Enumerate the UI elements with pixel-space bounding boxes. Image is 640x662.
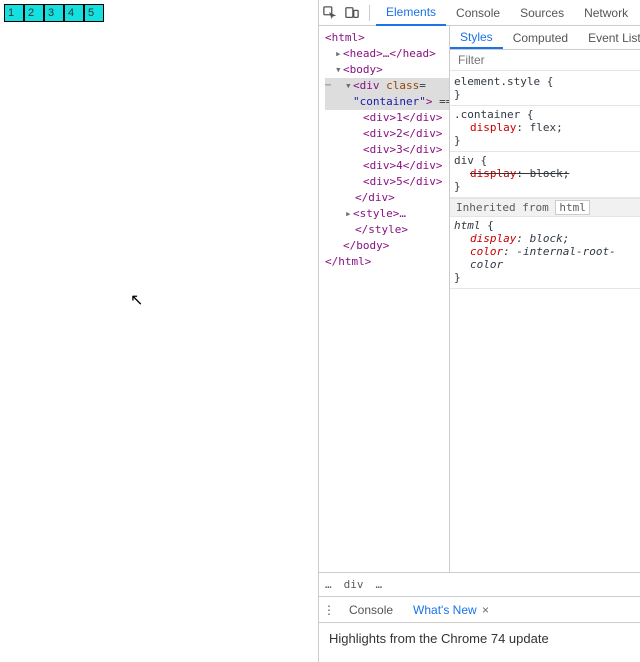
flex-item: 3	[44, 4, 64, 22]
breadcrumb[interactable]: … div …	[319, 572, 640, 596]
styles-panel: Styles Computed Event Listen element.sty…	[449, 26, 640, 572]
subtab-styles[interactable]: Styles	[450, 26, 503, 49]
dom-node-child[interactable]: <div>5</div>	[325, 174, 449, 190]
flex-item: 1	[4, 4, 24, 22]
flex-container: 1 2 3 4 5	[0, 0, 318, 26]
separator	[369, 5, 370, 21]
breadcrumb-ellipsis[interactable]: …	[325, 578, 332, 591]
dom-node-html-close[interactable]: </html>	[325, 254, 449, 270]
drawer-tab-whats-new[interactable]: What's New ×	[403, 597, 499, 623]
subtab-computed[interactable]: Computed	[503, 26, 578, 49]
dom-node-container-line2[interactable]: "container"> == $	[325, 94, 449, 110]
inherited-from-bar: Inherited from html	[450, 198, 640, 217]
devtools-body: <html> ▸<head>…</head> ▾<body> ⋯ ▾<div c…	[319, 26, 640, 572]
device-toolbar-button[interactable]	[341, 2, 363, 24]
dom-node-child[interactable]: <div>4</div>	[325, 158, 449, 174]
style-rules: element.style { } .container { display: …	[450, 71, 640, 291]
styles-filter-row	[450, 50, 640, 71]
drawer-more-button[interactable]: ⋮	[319, 603, 339, 617]
whats-new-headline: Highlights from the Chrome 74 update	[329, 631, 549, 646]
drawer-content: Highlights from the Chrome 74 update	[319, 623, 640, 662]
tab-sources[interactable]: Sources	[510, 0, 574, 26]
devtools-toolbar: Elements Console Sources Network	[319, 0, 640, 26]
styles-subtabs: Styles Computed Event Listen	[450, 26, 640, 50]
breadcrumb-ellipsis[interactable]: …	[376, 578, 383, 591]
devtools-drawer: ⋮ Console What's New × Highlights from t…	[319, 596, 640, 662]
inspect-element-button[interactable]	[319, 2, 341, 24]
dom-node-style-close[interactable]: </style>	[325, 222, 449, 238]
rule-element-style[interactable]: element.style { }	[450, 73, 640, 106]
devtools-panel: Elements Console Sources Network <html> …	[318, 0, 640, 662]
drawer-tab-console[interactable]: Console	[339, 597, 403, 623]
breadcrumb-item[interactable]: div	[344, 578, 364, 591]
tab-console[interactable]: Console	[446, 0, 510, 26]
dom-node-style-open[interactable]: ▸<style>…	[325, 206, 449, 222]
cursor-icon: ↖	[130, 290, 143, 310]
dom-tree[interactable]: <html> ▸<head>…</head> ▾<body> ⋯ ▾<div c…	[319, 26, 449, 274]
drawer-tabs: ⋮ Console What's New ×	[319, 597, 640, 623]
page-viewport: 1 2 3 4 5 ↖	[0, 0, 318, 662]
close-icon[interactable]: ×	[480, 603, 489, 617]
tab-network[interactable]: Network	[574, 0, 638, 26]
rule-container[interactable]: .container { display: flex; }	[450, 106, 640, 152]
subtab-event-listeners[interactable]: Event Listen	[578, 26, 640, 49]
dom-node-child[interactable]: <div>1</div>	[325, 110, 449, 126]
rule-div[interactable]: div { display: block; }	[450, 152, 640, 198]
dom-node-child[interactable]: <div>3</div>	[325, 142, 449, 158]
elements-tree-panel: <html> ▸<head>…</head> ▾<body> ⋯ ▾<div c…	[319, 26, 449, 572]
tab-elements[interactable]: Elements	[376, 0, 446, 26]
dom-node-body-open[interactable]: ▾<body>	[325, 62, 449, 78]
dom-node-child[interactable]: <div>2</div>	[325, 126, 449, 142]
dom-node-html-open[interactable]: <html>	[325, 30, 449, 46]
selected-node-gutter-icon: ⋯	[325, 78, 331, 94]
flex-item: 5	[84, 4, 104, 22]
dom-node-container[interactable]: ⋯ ▾<div class=	[325, 78, 449, 94]
dom-node-container-close[interactable]: </div>	[325, 190, 449, 206]
dom-node-body-close[interactable]: </body>	[325, 238, 449, 254]
flex-item: 4	[64, 4, 84, 22]
styles-filter-input[interactable]	[456, 52, 634, 68]
dom-node-head[interactable]: ▸<head>…</head>	[325, 46, 449, 62]
rule-html[interactable]: html { display: block; color: -internal-…	[450, 217, 640, 289]
flex-item: 2	[24, 4, 44, 22]
inherited-source-link[interactable]: html	[555, 200, 590, 215]
